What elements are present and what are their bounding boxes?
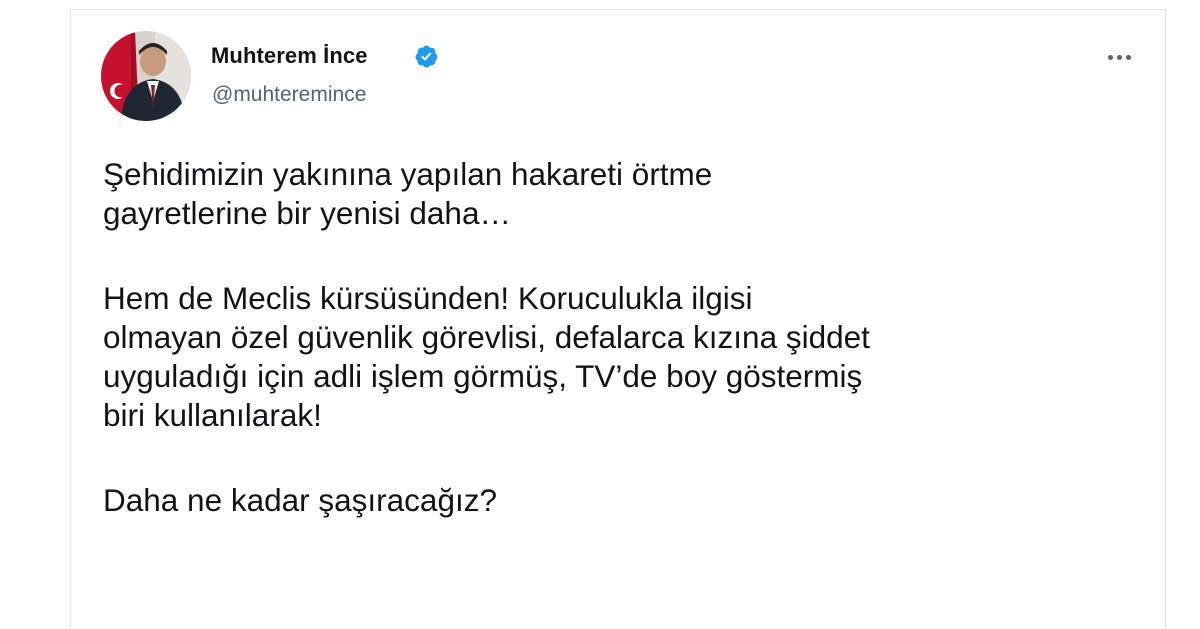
more-options-button[interactable]	[1098, 40, 1140, 74]
tweet-line: Şehidimizin yakınına yapılan hakareti ör…	[103, 156, 713, 192]
more-options-icon	[1107, 54, 1131, 60]
tweet-line: Daha ne kadar şaşıracağız?	[103, 482, 497, 518]
screenshot-stage: Muhterem İnce @muhteremince Şehidimizin …	[0, 0, 1200, 629]
dot	[1116, 54, 1122, 60]
author-name[interactable]: Muhterem İnce	[211, 43, 368, 69]
dot	[1107, 54, 1113, 60]
tweet-line: olmayan özel güvenlik görevlisi, defalar…	[103, 319, 870, 355]
avatar-photo	[101, 31, 191, 121]
dot	[1125, 54, 1131, 60]
author-handle[interactable]: @muhteremince	[212, 83, 366, 107]
tweet-line: uyguladığı için adli işlem görmüş, TV’de…	[103, 358, 863, 394]
tweet-line: gayretlerine bir yenisi daha…	[103, 195, 511, 231]
tweet-line: biri kullanılarak!	[103, 397, 322, 433]
tweet-text: Şehidimizin yakınına yapılan hakareti ör…	[103, 155, 1143, 520]
verified-badge-icon	[415, 45, 438, 68]
avatar[interactable]	[101, 31, 191, 121]
tweet-line: Hem de Meclis kürsüsünden! Koruculukla i…	[103, 280, 753, 316]
